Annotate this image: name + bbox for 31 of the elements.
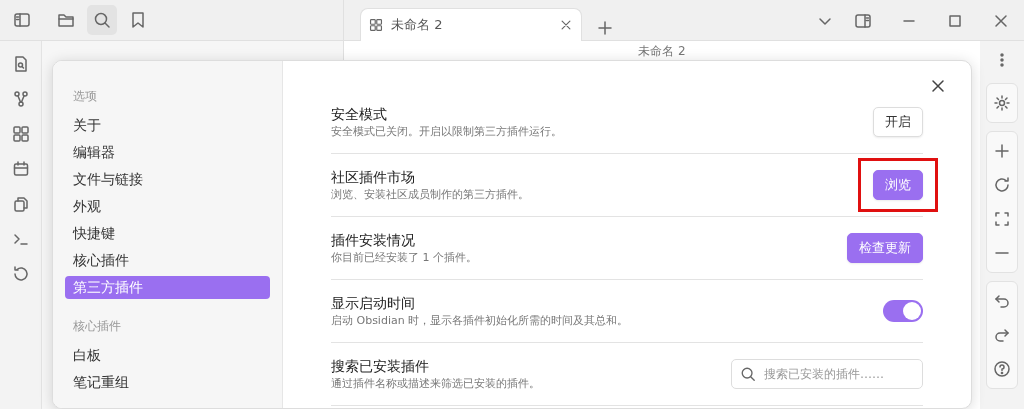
nav-item[interactable]: 编辑器 xyxy=(65,141,270,164)
nav-item[interactable]: 文件与链接 xyxy=(65,168,270,191)
nav-item[interactable]: 快捷键 xyxy=(65,222,270,245)
view-title: 未命名 2 xyxy=(638,45,686,57)
nav-item[interactable]: 外观 xyxy=(65,195,270,218)
nav-item[interactable]: 关于 xyxy=(65,114,270,137)
setting-button[interactable]: 检查更新 xyxy=(847,233,923,263)
search-field[interactable]: 搜索已安装的插件…… xyxy=(731,359,923,389)
setting-description: 浏览、安装社区成员制作的第三方插件。 xyxy=(331,187,530,203)
setting-title: 显示启动时间 xyxy=(331,294,416,313)
nav-item[interactable]: 笔记重组 xyxy=(65,371,270,394)
setting-description: 安全模式已关闭。开启以限制第三方插件运行。 xyxy=(331,124,563,140)
tab-close-icon[interactable] xyxy=(559,18,573,32)
setting-title: 社区插件市场 xyxy=(331,168,416,187)
grid-icon xyxy=(369,18,383,32)
nav-item[interactable]: 白板 xyxy=(65,344,270,367)
setting-description: 通过插件名称或描述来筛选已安装的插件。 xyxy=(331,376,541,392)
setting-description: 启动 Obsidian 时，显示各插件初始化所需的时间及其总和。 xyxy=(331,313,630,329)
tab[interactable]: 未命名 2 xyxy=(360,8,582,41)
nav-item[interactable]: 第三方插件 xyxy=(65,276,270,299)
setting-description: 你目前已经安装了 1 个插件。 xyxy=(331,250,478,266)
setting-title: 搜索已安装插件 xyxy=(331,357,430,376)
setting-title: 插件安装情况 xyxy=(331,231,416,250)
setting-title: 安全模式 xyxy=(331,105,388,124)
search-icon[interactable] xyxy=(87,5,117,35)
section-heading: 选项 xyxy=(72,88,98,105)
setting-button[interactable]: 浏览 xyxy=(873,170,923,200)
section-heading: 核心插件 xyxy=(72,318,122,335)
toggle-switch[interactable] xyxy=(883,300,923,322)
nav-item[interactable]: 核心插件 xyxy=(65,249,270,272)
setting-button[interactable]: 开启 xyxy=(873,107,923,137)
